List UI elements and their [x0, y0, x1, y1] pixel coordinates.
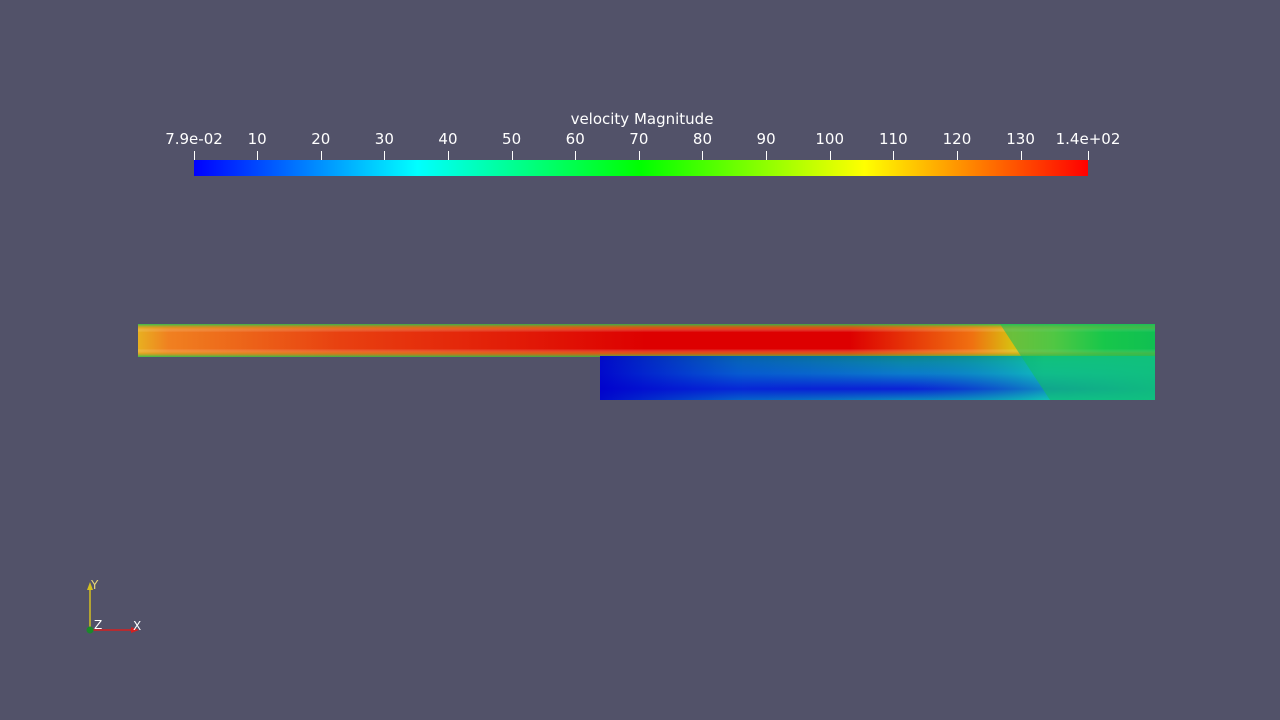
inlet-wall-layer	[138, 324, 1155, 357]
y-axis-label: Y	[91, 578, 99, 592]
x-axis-label: X	[133, 619, 142, 633]
flow-domain[interactable]	[0, 0, 1280, 720]
render-viewport[interactable]: velocity Magnitude 7.9e-02 10 20 30 40 50 60 70…	[0, 0, 1280, 720]
z-axis-label: Z	[94, 618, 103, 632]
z-axis-dot	[86, 626, 94, 634]
